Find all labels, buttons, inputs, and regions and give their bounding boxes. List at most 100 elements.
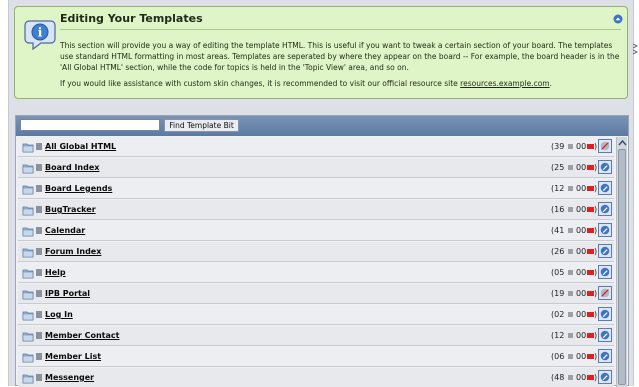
folder-icon [22, 269, 34, 279]
template-group-row: Calendar (41 00) [18, 221, 614, 241]
modified-indicator-icon [587, 333, 594, 338]
template-search-input[interactable] [20, 119, 160, 131]
template-group-link[interactable]: All Global HTML [45, 142, 116, 151]
unchanged-indicator-icon [568, 270, 573, 275]
template-group-row: Log In (02 00) [18, 305, 614, 325]
modified-count: 00 [576, 163, 587, 172]
revert-disabled-button[interactable] [598, 286, 612, 300]
template-group-link[interactable]: Help [45, 268, 66, 277]
assistance-suffix: . [549, 79, 552, 88]
resource-site-link[interactable]: resources.example.com [460, 79, 549, 88]
unchanged-indicator-icon [568, 228, 573, 233]
template-bit-count: (19 [551, 289, 565, 298]
unchanged-indicator-icon [568, 375, 573, 380]
modified-count: 00 [576, 226, 587, 235]
scrollbar-thumb[interactable] [618, 149, 626, 385]
count-close-paren: ) [594, 352, 598, 361]
edit-template-button[interactable] [598, 244, 612, 258]
modified-indicator-icon [587, 186, 594, 191]
document-icon [36, 290, 42, 297]
template-list-panel: Find Template Bit All Global HTML (39 00) B… [15, 115, 629, 387]
edit-template-button[interactable] [598, 349, 612, 363]
modified-count: 00 [576, 142, 587, 151]
info-icon: i [24, 20, 56, 51]
find-template-bit-button[interactable]: Find Template Bit [164, 119, 239, 132]
edit-icon [600, 183, 610, 193]
modified-indicator-icon [587, 207, 594, 212]
modified-indicator-icon [587, 312, 594, 317]
template-group-link[interactable]: Board Index [45, 163, 99, 172]
template-bit-count: (39 [551, 142, 565, 151]
modified-indicator-icon [587, 144, 594, 149]
edit-template-button[interactable] [598, 160, 612, 174]
template-group-link[interactable]: Board Legends [45, 184, 112, 193]
template-bit-count: (16 [551, 205, 565, 214]
count-close-paren: ) [594, 184, 598, 193]
edit-template-button[interactable] [598, 181, 612, 195]
collapse-icon[interactable] [613, 14, 623, 24]
disabled-icon [600, 288, 610, 298]
edit-template-button[interactable] [598, 265, 612, 279]
template-group-link[interactable]: Member List [45, 352, 101, 361]
unchanged-indicator-icon [568, 144, 573, 149]
folder-icon [22, 353, 34, 363]
edit-template-button[interactable] [598, 328, 612, 342]
template-group-link[interactable]: Log In [45, 310, 73, 319]
template-group-link[interactable]: Forum Index [45, 247, 101, 256]
template-group-row: Board Index (25 00) [18, 158, 614, 178]
template-group-link[interactable]: Messenger [45, 373, 94, 382]
template-group-link[interactable]: BugTracker [45, 205, 96, 214]
document-icon [36, 332, 42, 339]
edit-icon [600, 267, 610, 277]
edit-template-button[interactable] [598, 307, 612, 321]
edit-icon [600, 309, 610, 319]
modified-indicator-icon [587, 270, 594, 275]
count-close-paren: ) [594, 289, 598, 298]
template-bit-count: (02 [551, 310, 565, 319]
count-close-paren: ) [594, 163, 598, 172]
count-close-paren: ) [594, 331, 598, 340]
unchanged-indicator-icon [568, 165, 573, 170]
modified-indicator-icon [587, 375, 594, 380]
edit-template-button[interactable] [598, 370, 612, 384]
template-group-link[interactable]: Calendar [45, 226, 85, 235]
document-icon [36, 248, 42, 255]
modified-indicator-icon [587, 249, 594, 254]
edit-template-button[interactable] [598, 202, 612, 216]
modified-count: 00 [576, 184, 587, 193]
scroll-up-arrow-icon[interactable] [618, 139, 627, 147]
unchanged-indicator-icon [568, 291, 573, 296]
document-icon [36, 143, 42, 150]
revert-disabled-button[interactable] [598, 139, 612, 153]
list-scrollbar[interactable] [616, 137, 627, 387]
count-close-paren: ) [594, 226, 598, 235]
template-group-row: Forum Index (26 00) [18, 242, 614, 262]
edit-icon [600, 204, 610, 214]
svg-text:i: i [38, 26, 43, 40]
edit-icon [600, 246, 610, 256]
unchanged-indicator-icon [568, 186, 573, 191]
title-divider [60, 29, 621, 30]
template-bit-count: (05 [551, 268, 565, 277]
folder-icon [22, 332, 34, 342]
edit-icon [600, 330, 610, 340]
count-close-paren: ) [594, 373, 598, 382]
unchanged-indicator-icon [568, 333, 573, 338]
template-bit-count: (41 [551, 226, 565, 235]
template-bit-count: (12 [551, 331, 565, 340]
unchanged-indicator-icon [568, 312, 573, 317]
edit-template-button[interactable] [598, 223, 612, 237]
count-close-paren: ) [594, 205, 598, 214]
template-group-link[interactable]: IPB Portal [45, 289, 90, 298]
document-icon [36, 353, 42, 360]
info-title: Editing Your Templates [60, 12, 203, 25]
document-icon [36, 164, 42, 171]
unchanged-indicator-icon [568, 249, 573, 254]
document-icon [36, 311, 42, 318]
modified-count: 00 [576, 331, 587, 340]
info-box: i Editing Your Templates This section wi… [14, 6, 628, 99]
folder-icon [22, 206, 34, 216]
template-group-link[interactable]: Member Contact [45, 331, 119, 340]
template-group-row: Help (05 00) [18, 263, 614, 283]
folder-icon [22, 143, 34, 153]
